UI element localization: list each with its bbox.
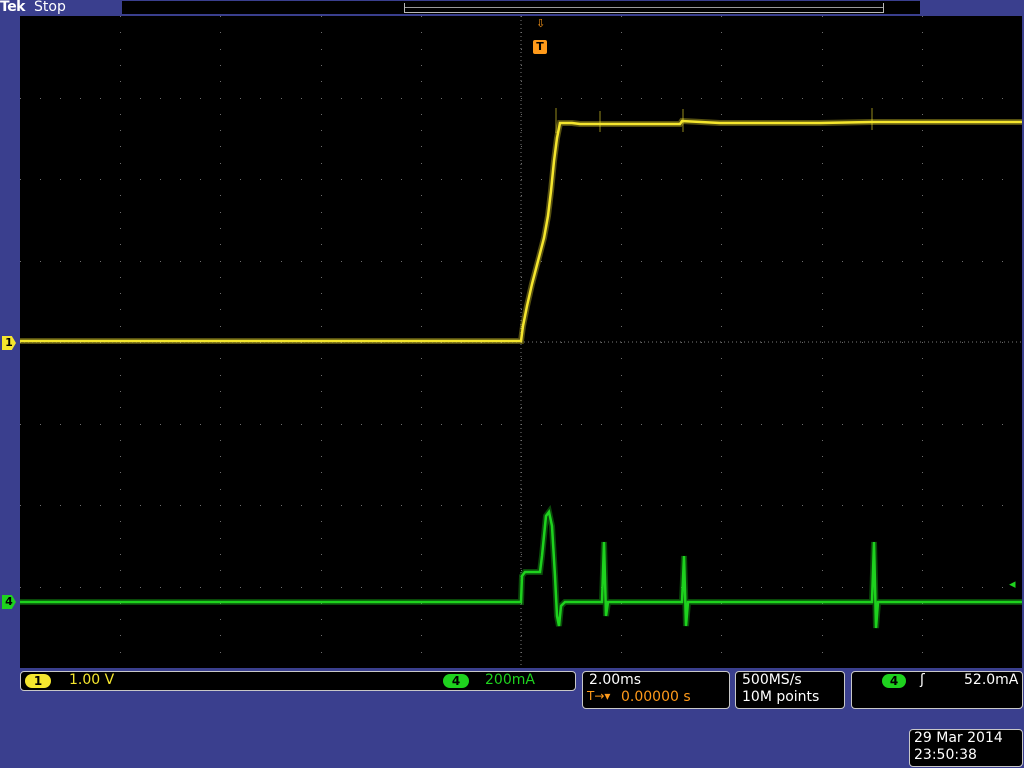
ch1-scale: 1.00 V: [69, 672, 115, 688]
channel-scale-readout[interactable]: 1 1.00 V 4 200mA: [20, 671, 576, 691]
trigger-position-marker[interactable]: T: [533, 40, 547, 54]
trigger-source-badge: 4: [882, 674, 906, 688]
trigger-readout[interactable]: 4 ʃ 52.0mA: [851, 671, 1023, 709]
trigger-delay-value: 0.00000 s: [621, 689, 691, 705]
waveform-display[interactable]: ⇩ T: [20, 16, 1022, 668]
date-time-readout: 29 Mar 2014 23:50:38: [909, 729, 1023, 767]
acquisition-readout[interactable]: 500MS/s 10M points: [735, 671, 845, 709]
ch4-scale: 200mA: [485, 672, 535, 688]
date-value: 29 Mar 2014: [914, 730, 1003, 746]
timebase-readout[interactable]: 2.00ms T→▾ 0.00000 s: [582, 671, 730, 709]
record-length: 10M points: [742, 689, 820, 705]
acquisition-status: Stop: [34, 0, 66, 15]
trigger-level-value: 52.0mA: [964, 672, 1019, 688]
trigger-level-arrow-icon[interactable]: ◂: [1009, 577, 1016, 592]
sample-rate: 500MS/s: [742, 672, 802, 688]
brand-logo: Tek: [0, 0, 26, 15]
trigger-delay-icon: T→▾: [587, 689, 611, 703]
trigger-slope-icon: ʃ: [920, 672, 925, 688]
record-view-window[interactable]: [404, 3, 884, 13]
graticule: [20, 16, 1022, 668]
ch4-badge: 4: [443, 674, 469, 688]
ch4-ground-marker[interactable]: 4: [2, 595, 16, 609]
ch1-ground-marker[interactable]: 1: [2, 336, 16, 350]
time-value: 23:50:38: [914, 747, 977, 763]
top-status-bar: Tek Stop: [0, 0, 1024, 16]
ch1-badge: 1: [25, 674, 51, 688]
record-view-bar[interactable]: [122, 1, 920, 14]
trigger-position-arrow-icon: ⇩: [536, 17, 546, 30]
timebase-value: 2.00ms: [589, 672, 642, 688]
